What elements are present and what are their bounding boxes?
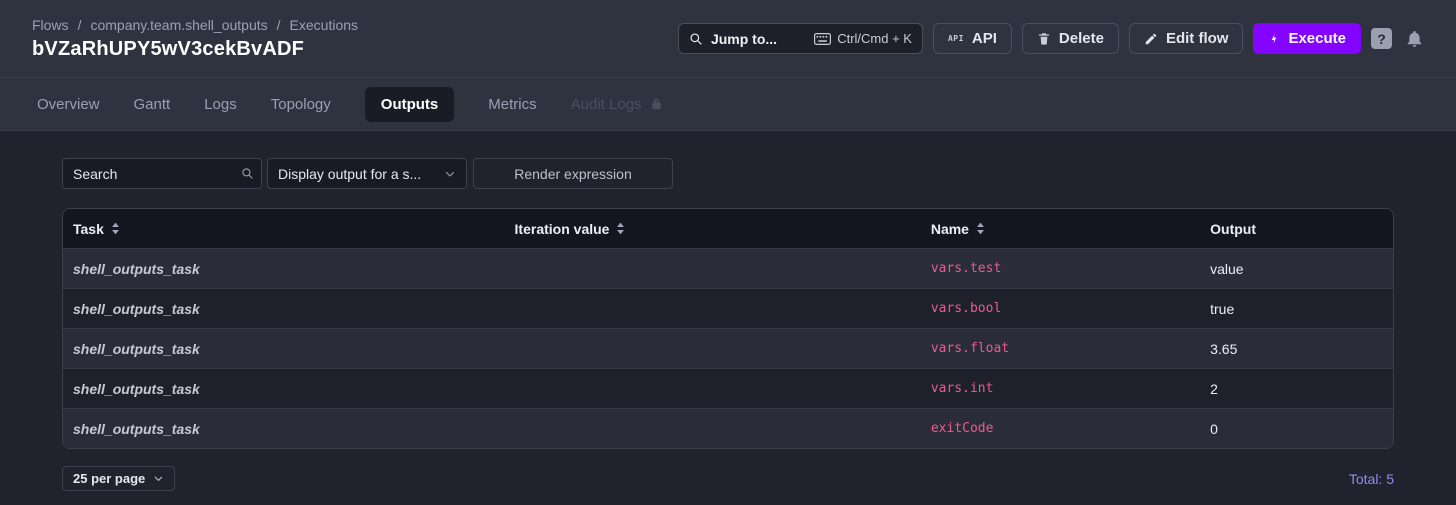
pagination-bar: 25 per page Total: 5 (62, 466, 1394, 491)
table-row[interactable]: shell_outputs_task exitCode 0 (63, 408, 1393, 448)
table-row[interactable]: shell_outputs_task vars.int 2 (63, 368, 1393, 408)
output-cell: 2 (1200, 381, 1393, 397)
name-cell: vars.test (921, 261, 1200, 276)
bell-icon (1405, 29, 1424, 48)
output-cell: value (1200, 261, 1393, 277)
sort-icon[interactable] (616, 222, 625, 235)
per-page-select[interactable]: 25 per page (62, 466, 175, 491)
task-cell: shell_outputs_task (63, 301, 505, 317)
chevron-down-icon (444, 168, 456, 180)
table-row[interactable]: shell_outputs_task vars.bool true (63, 288, 1393, 328)
help-button[interactable]: ? (1371, 28, 1392, 49)
task-cell: shell_outputs_task (63, 381, 505, 397)
task-cell: shell_outputs_task (63, 261, 505, 277)
breadcrumb-item-executions[interactable]: Executions (290, 17, 358, 33)
sort-icon[interactable] (111, 222, 120, 235)
total-count: Total: 5 (1349, 471, 1394, 487)
breadcrumb-separator: / (78, 17, 82, 33)
tab-outputs[interactable]: Outputs (365, 87, 455, 122)
search-icon (241, 167, 254, 180)
execute-button-label: Execute (1288, 30, 1346, 47)
shortcut-label: Ctrl/Cmd + K (837, 31, 912, 46)
column-header-task-label: Task (73, 221, 104, 237)
table-header-row: Task Iteration value Name Output (63, 209, 1393, 248)
column-header-output-label: Output (1210, 221, 1256, 237)
question-mark-icon: ? (1377, 31, 1386, 47)
tab-overview[interactable]: Overview (37, 96, 100, 113)
header-actions: Jump to... Ctrl/Cmd + K API API Delete E… (678, 23, 1424, 54)
name-cell: vars.float (921, 341, 1200, 356)
table-row[interactable]: shell_outputs_task vars.test value (63, 248, 1393, 288)
outputs-panel: Display output for a s... Render express… (0, 131, 1456, 491)
column-header-iteration-value[interactable]: Iteration value (505, 221, 921, 237)
column-header-name-label: Name (931, 221, 969, 237)
lightning-icon (1268, 32, 1280, 46)
header-left: Flows / company.team.shell_outputs / Exe… (32, 17, 358, 61)
name-cell: exitCode (921, 421, 1200, 436)
top-header: Flows / company.team.shell_outputs / Exe… (0, 0, 1456, 78)
tab-logs[interactable]: Logs (204, 96, 237, 113)
name-cell: vars.int (921, 381, 1200, 396)
trash-icon (1037, 31, 1051, 46)
edit-flow-button[interactable]: Edit flow (1129, 23, 1244, 54)
delete-button-label: Delete (1059, 30, 1104, 47)
delete-button[interactable]: Delete (1022, 23, 1119, 54)
shortcut-hint: Ctrl/Cmd + K (814, 31, 912, 46)
output-cell: 3.65 (1200, 341, 1393, 357)
search-input[interactable] (62, 158, 262, 189)
tab-topology[interactable]: Topology (271, 96, 331, 113)
lock-icon (650, 97, 663, 111)
breadcrumb: Flows / company.team.shell_outputs / Exe… (32, 17, 358, 33)
search-icon (689, 32, 703, 46)
output-cell: 0 (1200, 421, 1393, 437)
chevron-down-icon (153, 473, 164, 484)
tab-audit-logs: Audit Logs (571, 96, 663, 113)
filter-bar: Display output for a s... Render express… (62, 158, 1394, 189)
execute-button[interactable]: Execute (1253, 23, 1361, 54)
sort-icon[interactable] (976, 222, 985, 235)
breadcrumb-item-flows[interactable]: Flows (32, 17, 69, 33)
page-title: bVZaRhUPY5wV3cekBvADF (32, 38, 358, 61)
outputs-table: Task Iteration value Name Output (62, 208, 1394, 449)
tab-metrics[interactable]: Metrics (488, 96, 536, 113)
api-button[interactable]: API API (933, 23, 1012, 54)
execution-tabs: Overview Gantt Logs Topology Outputs Met… (0, 78, 1456, 131)
per-page-value: 25 per page (73, 471, 145, 486)
task-cell: shell_outputs_task (63, 421, 505, 437)
notifications-button[interactable] (1405, 29, 1424, 48)
output-cell: true (1200, 301, 1393, 317)
search-field-wrap (62, 158, 262, 189)
api-icon: API (948, 34, 964, 43)
breadcrumb-separator: / (277, 17, 281, 33)
display-output-select-value: Display output for a s... (278, 166, 421, 182)
display-output-select[interactable]: Display output for a s... (267, 158, 467, 189)
tab-audit-logs-label: Audit Logs (571, 96, 642, 113)
column-header-task[interactable]: Task (63, 221, 505, 237)
edit-flow-button-label: Edit flow (1166, 30, 1229, 47)
keyboard-icon (814, 33, 831, 45)
breadcrumb-item-namespace[interactable]: company.team.shell_outputs (90, 17, 267, 33)
column-header-iteration-value-label: Iteration value (515, 221, 610, 237)
name-cell: vars.bool (921, 301, 1200, 316)
column-header-name[interactable]: Name (921, 221, 1200, 237)
table-row[interactable]: shell_outputs_task vars.float 3.65 (63, 328, 1393, 368)
api-button-label: API (972, 30, 997, 47)
jump-to-button[interactable]: Jump to... Ctrl/Cmd + K (678, 23, 923, 54)
task-cell: shell_outputs_task (63, 341, 505, 357)
tab-gantt[interactable]: Gantt (134, 96, 171, 113)
jump-to-label: Jump to... (711, 31, 806, 47)
column-header-output: Output (1200, 221, 1393, 237)
pencil-icon (1144, 32, 1158, 46)
render-expression-button[interactable]: Render expression (473, 158, 673, 189)
